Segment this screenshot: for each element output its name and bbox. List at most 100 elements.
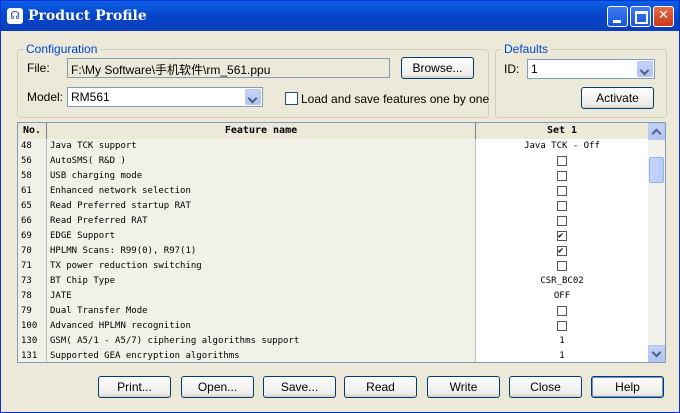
column-header-set[interactable]: Set 1 — [476, 123, 648, 139]
feature-name: Read Preferred RAT — [47, 214, 476, 229]
set-value-cell[interactable] — [476, 319, 648, 334]
set-value-text: CSR_BC02 — [540, 276, 584, 286]
chevron-down-icon[interactable] — [637, 61, 653, 77]
table-header: No. Feature name Set 1 — [18, 123, 648, 140]
row-number: 70 — [18, 244, 47, 259]
open-button[interactable]: Open... — [181, 376, 254, 398]
table-row[interactable]: 65 Read Preferred startup RAT — [18, 199, 648, 214]
save-button[interactable]: Save... — [263, 376, 336, 398]
id-select[interactable]: 1 — [527, 59, 655, 79]
set-value-cell[interactable] — [476, 304, 648, 319]
model-select-value: RM561 — [71, 90, 110, 104]
feature-checkbox[interactable] — [557, 186, 567, 196]
table-row[interactable]: 130 GSM( A5/1 - A5/7) ciphering algorithm… — [18, 334, 648, 349]
set-value-cell[interactable]: 1 — [476, 334, 648, 349]
app-icon: ☊ — [7, 8, 23, 24]
file-path-field[interactable]: F:\My Software\手机软件\rm_561.ppu — [67, 58, 390, 78]
title-bar[interactable]: ☊ Product Profile — [1, 1, 679, 31]
feature-checkbox[interactable] — [557, 171, 567, 181]
row-number: 130 — [18, 334, 47, 349]
set-value-cell[interactable] — [476, 229, 648, 244]
feature-name: Advanced HPLMN recognition — [47, 319, 476, 334]
set-value-cell[interactable] — [476, 154, 648, 169]
help-button[interactable]: Help — [591, 376, 664, 398]
feature-name: Dual Transfer Mode — [47, 304, 476, 319]
feature-checkbox[interactable] — [557, 244, 567, 259]
table-row[interactable]: 56 AutoSMS( R&D ) — [18, 154, 648, 169]
read-button[interactable]: Read — [344, 376, 417, 398]
feature-checkbox[interactable] — [557, 229, 567, 244]
table-row[interactable]: 100 Advanced HPLMN recognition — [18, 319, 648, 334]
model-label: Model: — [27, 90, 64, 104]
table-row[interactable]: 78 JATE OFF — [18, 289, 648, 304]
set-value-cell[interactable] — [476, 169, 648, 184]
row-number: 131 — [18, 349, 47, 362]
load-save-one-by-one-checkbox[interactable] — [285, 92, 298, 105]
model-select[interactable]: RM561 — [67, 87, 263, 107]
table-row[interactable]: 58 USB charging mode — [18, 169, 648, 184]
feature-checkbox[interactable] — [557, 201, 567, 211]
row-number: 66 — [18, 214, 47, 229]
set-value-cell[interactable] — [476, 184, 648, 199]
id-label: ID: — [504, 62, 520, 76]
feature-checkbox[interactable] — [557, 156, 567, 166]
column-header-feature[interactable]: Feature name — [47, 123, 476, 139]
minimize-button[interactable] — [607, 6, 628, 27]
row-number: 58 — [18, 169, 47, 184]
set-value-cell[interactable] — [476, 244, 648, 259]
vertical-scrollbar[interactable] — [648, 123, 665, 362]
table-row[interactable]: 131 Supported GEA encryption algorithms 1 — [18, 349, 648, 362]
feature-checkbox[interactable] — [557, 321, 567, 331]
scroll-up-icon[interactable] — [648, 123, 665, 140]
print-button[interactable]: Print... — [98, 376, 171, 398]
maximize-button[interactable] — [630, 6, 651, 27]
table-row[interactable]: 66 Read Preferred RAT — [18, 214, 648, 229]
window-title: Product Profile — [28, 8, 147, 24]
feature-name: Supported GEA encryption algorithms — [47, 349, 476, 362]
close-window-button[interactable] — [653, 6, 674, 27]
feature-name: Java TCK support — [47, 139, 476, 154]
feature-checkbox[interactable] — [557, 216, 567, 226]
feature-name: Read Preferred startup RAT — [47, 199, 476, 214]
set-value-cell[interactable]: OFF — [476, 289, 648, 304]
file-label: File: — [27, 61, 50, 75]
table-row[interactable]: 73 BT Chip Type CSR_BC02 — [18, 274, 648, 289]
scroll-thumb[interactable] — [649, 157, 664, 183]
set-value-cell[interactable]: Java TCK - Off — [476, 139, 648, 154]
activate-button[interactable]: Activate — [581, 87, 654, 109]
write-button[interactable]: Write — [427, 376, 500, 398]
product-profile-window: ☊ Product Profile Configuration File: F:… — [0, 0, 680, 413]
set-value-cell[interactable]: CSR_BC02 — [476, 274, 648, 289]
feature-checkbox[interactable] — [557, 261, 567, 271]
browse-button[interactable]: Browse... — [401, 57, 474, 79]
table-row[interactable]: 79 Dual Transfer Mode — [18, 304, 648, 319]
row-number: 78 — [18, 289, 47, 304]
feature-name: JATE — [47, 289, 476, 304]
table-row[interactable]: 48 Java TCK support Java TCK - Off — [18, 139, 648, 154]
table-row[interactable]: 69 EDGE Support — [18, 229, 648, 244]
feature-table: No. Feature name Set 1 48 Java TCK suppor… — [17, 122, 666, 363]
set-value-text: 1 — [559, 351, 565, 361]
table-row[interactable]: 70 HPLMN Scans: R99(0), R97(1) — [18, 244, 648, 259]
close-button[interactable]: Close — [509, 376, 582, 398]
set-value-cell[interactable] — [476, 214, 648, 229]
scroll-down-icon[interactable] — [648, 345, 665, 362]
chevron-down-icon[interactable] — [245, 89, 261, 105]
feature-name: GSM( A5/1 - A5/7) ciphering algorithms s… — [47, 334, 476, 349]
id-select-value: 1 — [531, 62, 538, 76]
set-value-text: Java TCK - Off — [524, 141, 600, 151]
row-number: 100 — [18, 319, 47, 334]
feature-checkbox[interactable] — [557, 306, 567, 316]
feature-name: BT Chip Type — [47, 274, 476, 289]
set-value-cell[interactable] — [476, 259, 648, 274]
feature-name: HPLMN Scans: R99(0), R97(1) — [47, 244, 476, 259]
feature-name: AutoSMS( R&D ) — [47, 154, 476, 169]
set-value-cell[interactable]: 1 — [476, 349, 648, 362]
table-row[interactable]: 61 Enhanced network selection — [18, 184, 648, 199]
row-number: 73 — [18, 274, 47, 289]
row-number: 56 — [18, 154, 47, 169]
column-header-no[interactable]: No. — [18, 123, 47, 139]
set-value-cell[interactable] — [476, 199, 648, 214]
set-value-text: 1 — [559, 336, 565, 346]
table-row[interactable]: 71 TX power reduction switching — [18, 259, 648, 274]
